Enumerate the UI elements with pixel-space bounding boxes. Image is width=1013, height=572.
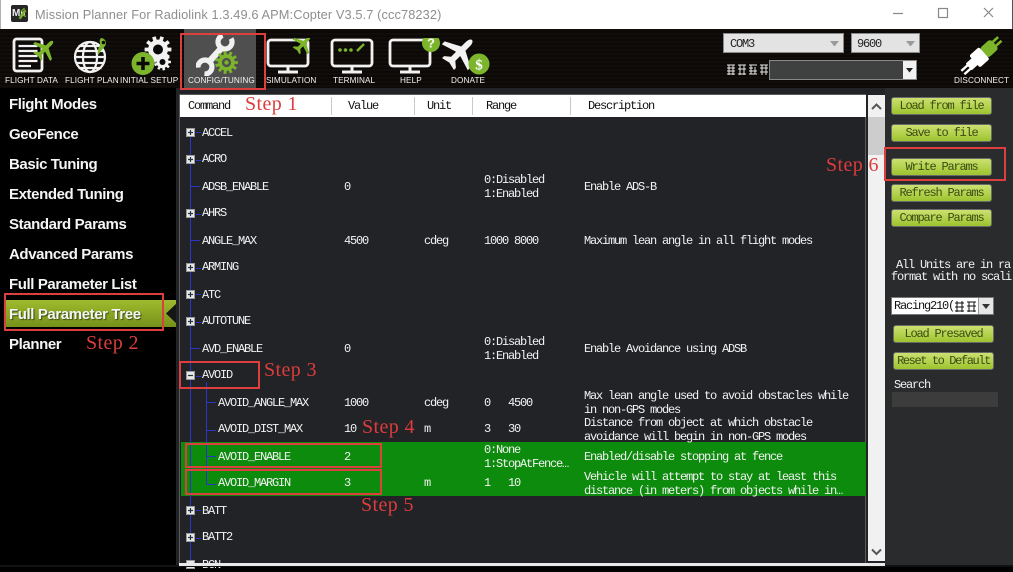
svg-text:$: $ <box>475 58 483 74</box>
svg-text:?: ? <box>427 38 435 51</box>
